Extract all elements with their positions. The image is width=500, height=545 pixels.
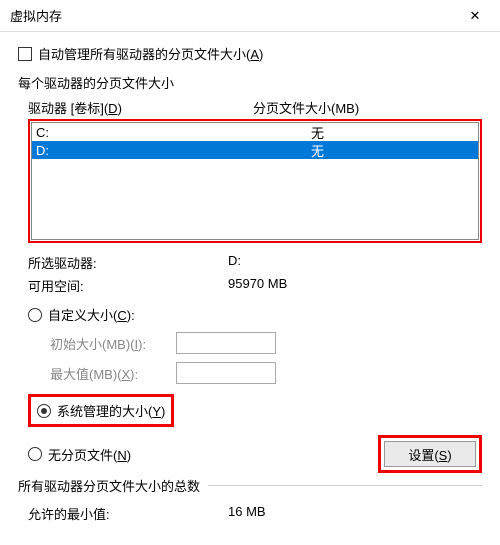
group-divider: 所有驱动器分页文件大小的总数 xyxy=(18,485,482,486)
paging-cell: 无 xyxy=(311,123,474,142)
header-drive: 驱动器 [卷标](D) xyxy=(28,98,253,117)
drive-cell: D: xyxy=(36,143,311,158)
initial-size-label: 初始大小(MB)(I): xyxy=(50,334,170,353)
checkbox-icon xyxy=(18,47,32,61)
custom-size-label: 自定义大小(C): xyxy=(48,305,135,324)
close-button[interactable]: ✕ xyxy=(460,1,490,31)
window-title: 虚拟内存 xyxy=(10,6,62,25)
radio-icon xyxy=(37,404,51,418)
paging-cell: 无 xyxy=(311,141,474,160)
max-size-input[interactable] xyxy=(176,362,276,384)
radio-icon xyxy=(28,308,42,322)
min-allowed-label: 允许的最小值: xyxy=(28,504,228,523)
custom-size-radio[interactable]: 自定义大小(C): xyxy=(28,305,482,324)
auto-manage-checkbox-row[interactable]: 自动管理所有驱动器的分页文件大小(A) xyxy=(18,44,482,63)
list-header: 驱动器 [卷标](D) 分页文件大小(MB) xyxy=(28,98,482,117)
set-button[interactable]: 设置(S) xyxy=(384,441,476,467)
each-drive-label: 每个驱动器的分页文件大小 xyxy=(18,73,482,92)
drive-listbox[interactable]: C: 无 D: 无 xyxy=(31,122,479,240)
total-label: 所有驱动器分页文件大小的总数 xyxy=(18,476,208,495)
close-icon: ✕ xyxy=(470,8,481,24)
selected-drive-value: D: xyxy=(228,253,241,272)
header-paging: 分页文件大小(MB) xyxy=(253,98,482,117)
available-space-value: 95970 MB xyxy=(228,276,287,295)
dialog-content: 自动管理所有驱动器的分页文件大小(A) 每个驱动器的分页文件大小 驱动器 [卷标… xyxy=(0,32,500,535)
initial-size-input[interactable] xyxy=(176,332,276,354)
list-row[interactable]: D: 无 xyxy=(32,141,478,159)
available-space-label: 可用空间: xyxy=(28,276,228,295)
system-managed-radio[interactable]: 系统管理的大小(Y) xyxy=(37,401,165,420)
titlebar: 虚拟内存 ✕ xyxy=(0,0,500,32)
max-size-label: 最大值(MB)(X): xyxy=(50,364,170,383)
no-paging-radio[interactable]: 无分页文件(N) xyxy=(28,445,131,464)
drive-cell: C: xyxy=(36,125,311,140)
system-managed-label: 系统管理的大小(Y) xyxy=(57,401,165,420)
no-paging-label: 无分页文件(N) xyxy=(48,445,131,464)
selected-drive-label: 所选驱动器: xyxy=(28,253,228,272)
auto-manage-label: 自动管理所有驱动器的分页文件大小(A) xyxy=(38,44,263,63)
min-allowed-value: 16 MB xyxy=(228,504,266,523)
list-row[interactable]: C: 无 xyxy=(32,123,478,141)
radio-icon xyxy=(28,447,42,461)
